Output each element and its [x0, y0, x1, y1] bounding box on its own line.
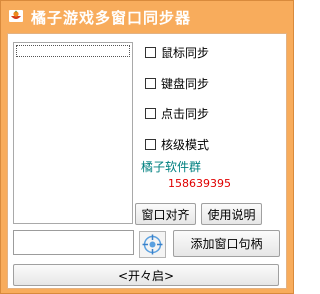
- main-panel: 鼠标同步 键盘同步 点击同步 核级模式 橘子软件群 158639395 窗口对齐…: [7, 33, 287, 289]
- group-number: 158639395: [168, 177, 231, 190]
- checkbox-box[interactable]: [145, 138, 156, 150]
- core-mode-label: 核级模式: [161, 137, 210, 152]
- checkbox-box[interactable]: [145, 107, 156, 119]
- mouse-sync-label: 鼠标同步: [161, 45, 210, 60]
- orange-bowl-icon: [9, 10, 23, 22]
- crosshair-target-icon: [142, 234, 163, 255]
- title-bar[interactable]: 橘子游戏多窗口同步器: [1, 1, 293, 33]
- list-focus-row[interactable]: [16, 45, 130, 57]
- click-sync-checkbox[interactable]: 点击同步: [145, 104, 209, 122]
- window-handle-input[interactable]: [13, 230, 134, 255]
- group-name-link[interactable]: 橘子软件群: [141, 158, 201, 175]
- checkbox-box[interactable]: [145, 46, 156, 58]
- mouse-sync-checkbox[interactable]: 鼠标同步: [145, 43, 209, 61]
- crosshair-target-icon[interactable]: [139, 231, 166, 258]
- start-button[interactable]: <开々启>: [13, 264, 279, 286]
- help-button[interactable]: 使用说明: [201, 203, 262, 225]
- core-mode-checkbox[interactable]: 核级模式: [145, 135, 209, 153]
- align-windows-button[interactable]: 窗口对齐: [135, 203, 196, 225]
- click-sync-label: 点击同步: [161, 106, 210, 121]
- keyboard-sync-checkbox[interactable]: 键盘同步: [145, 74, 209, 92]
- checkbox-box[interactable]: [145, 77, 156, 89]
- add-window-handle-button[interactable]: 添加窗口句柄: [173, 230, 280, 257]
- window-list[interactable]: [13, 42, 133, 224]
- app-window: 橘子游戏多窗口同步器 鼠标同步 键盘同步 点击同步 核级模式 橘子软件群 158…: [0, 0, 294, 294]
- window-title: 橘子游戏多窗口同步器: [31, 9, 192, 27]
- keyboard-sync-label: 键盘同步: [161, 76, 210, 91]
